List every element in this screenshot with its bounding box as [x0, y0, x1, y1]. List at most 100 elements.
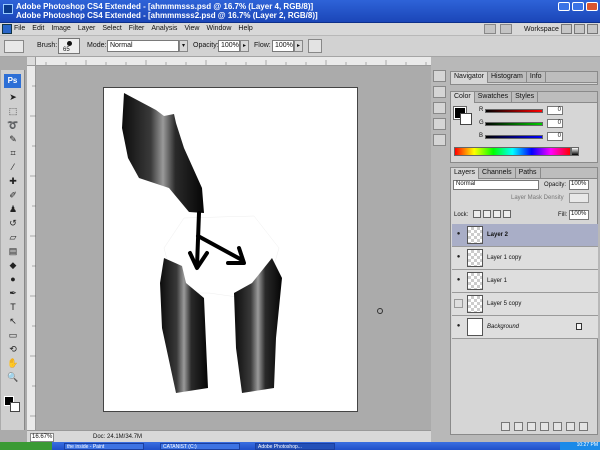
document-canvas[interactable]	[103, 87, 358, 412]
layer-row-layer-1[interactable]: ● Layer 1	[452, 270, 598, 293]
menu-select[interactable]: Select	[102, 25, 121, 32]
stamp-tool-icon[interactable]: ♟	[7, 204, 19, 215]
path-select-tool-icon[interactable]: ↖	[7, 316, 19, 327]
doc-restore-button[interactable]	[574, 24, 585, 34]
menu-layer[interactable]: Layer	[78, 25, 96, 32]
document-size-info[interactable]: Doc: 24.1M/34.7M	[93, 434, 142, 440]
eye-icon[interactable]: ●	[454, 254, 463, 261]
menu-view[interactable]: View	[184, 25, 199, 32]
flow-arrow-icon[interactable]: ▸	[294, 40, 303, 52]
layer-style-icon[interactable]	[514, 422, 523, 431]
taskbar-item-explorer[interactable]: CATANIST (C:)	[160, 443, 240, 450]
tab-paths[interactable]: Paths	[516, 168, 541, 179]
tab-channels[interactable]: Channels	[479, 168, 516, 179]
eraser-tool-icon[interactable]: ▱	[7, 232, 19, 243]
background-color-swatch[interactable]	[10, 402, 20, 412]
blue-value-input[interactable]: 0	[547, 132, 563, 141]
hidden-visibility-box[interactable]	[454, 299, 463, 308]
gradient-tool-icon[interactable]: ▤	[7, 246, 19, 257]
zoom-tool-icon[interactable]: 🔍	[7, 372, 19, 383]
tab-info[interactable]: Info	[527, 72, 546, 83]
maximize-button[interactable]	[572, 2, 584, 11]
arrange-documents-icon[interactable]	[484, 24, 496, 34]
adjustment-layer-icon[interactable]	[540, 422, 549, 431]
menu-analysis[interactable]: Analysis	[151, 25, 177, 32]
minimize-button[interactable]	[558, 2, 570, 11]
doc-minimize-button[interactable]	[561, 24, 572, 34]
menu-filter[interactable]: Filter	[129, 25, 145, 32]
blur-tool-icon[interactable]: ◆	[7, 260, 19, 271]
layer-opacity-input[interactable]: 100%	[569, 180, 589, 190]
red-value-input[interactable]: 0	[547, 106, 563, 115]
eyedropper-tool-icon[interactable]: ⁄	[7, 162, 19, 173]
flow-input[interactable]: 100%	[272, 40, 294, 52]
opacity-input[interactable]: 100%	[218, 40, 240, 52]
add-mask-icon[interactable]	[527, 422, 536, 431]
blue-slider[interactable]	[485, 135, 543, 139]
color-spectrum-bar[interactable]	[454, 147, 571, 156]
clone-source-panel-icon[interactable]	[433, 118, 446, 130]
lock-position-icon[interactable]	[493, 210, 501, 218]
chevron-down-icon[interactable]: ▾	[179, 40, 188, 52]
tool-preset-picker[interactable]	[4, 40, 24, 53]
type-tool-icon[interactable]: T	[7, 302, 19, 313]
menu-help[interactable]: Help	[238, 25, 252, 32]
tab-navigator[interactable]: Navigator	[451, 72, 488, 83]
vertical-ruler[interactable]	[27, 66, 36, 430]
taskbar-item-paint[interactable]: the inside - Paint	[64, 443, 144, 450]
hand-tool-icon[interactable]: ✋	[7, 358, 19, 369]
marquee-tool-icon[interactable]: ⬚	[7, 106, 19, 117]
fill-input[interactable]: 100%	[569, 210, 589, 220]
menu-window[interactable]: Window	[206, 25, 231, 32]
lasso-tool-icon[interactable]: ➰	[7, 120, 19, 131]
crop-tool-icon[interactable]: ⌗	[7, 148, 19, 159]
lock-all-icon[interactable]	[503, 210, 511, 218]
brush-tool-icon[interactable]: ✐	[7, 190, 19, 201]
ruler-origin[interactable]	[27, 57, 36, 66]
airbrush-toggle-icon[interactable]	[308, 39, 322, 53]
zoom-level-input[interactable]: 16.67%	[30, 433, 54, 442]
lock-transparency-icon[interactable]	[473, 210, 481, 218]
brushes-panel-icon[interactable]	[433, 102, 446, 114]
green-slider[interactable]	[485, 122, 543, 126]
workspace-switcher[interactable]: Workspace	[524, 25, 564, 33]
pen-tool-icon[interactable]: ✒	[7, 288, 19, 299]
layer-row-layer-1-copy[interactable]: ● Layer 1 copy	[452, 247, 598, 270]
tab-color[interactable]: Color	[451, 92, 475, 103]
red-slider[interactable]	[485, 109, 543, 113]
horizontal-ruler[interactable]	[36, 57, 431, 66]
dodge-tool-icon[interactable]: ●	[7, 274, 19, 285]
tab-histogram[interactable]: Histogram	[488, 72, 527, 83]
panel-background-swatch[interactable]	[460, 113, 472, 125]
move-tool-icon[interactable]: ➤	[7, 92, 19, 103]
tab-swatches[interactable]: Swatches	[475, 92, 513, 103]
layer-row-background[interactable]: ● Background	[452, 316, 598, 339]
layer-row-layer-5-copy[interactable]: Layer 5 copy	[452, 293, 598, 316]
mode-select[interactable]: Normal	[107, 40, 179, 52]
tab-styles[interactable]: Styles	[512, 92, 539, 103]
menu-edit[interactable]: Edit	[32, 25, 44, 32]
blend-mode-select[interactable]: Normal	[453, 180, 539, 190]
brush-preset-picker[interactable]: 65	[58, 38, 80, 54]
green-value-input[interactable]: 0	[547, 119, 563, 128]
shape-tool-icon[interactable]: ▭	[7, 330, 19, 341]
menu-image[interactable]: Image	[51, 25, 70, 32]
eye-icon[interactable]: ●	[454, 231, 463, 238]
eye-icon[interactable]: ●	[454, 277, 463, 284]
eye-icon[interactable]: ●	[454, 323, 463, 330]
new-group-icon[interactable]	[553, 422, 562, 431]
delete-layer-icon[interactable]	[579, 422, 588, 431]
new-layer-icon[interactable]	[566, 422, 575, 431]
layer-row-layer-2[interactable]: ● Layer 2	[452, 224, 598, 247]
link-layers-icon[interactable]	[501, 422, 510, 431]
history-brush-tool-icon[interactable]: ↺	[7, 218, 19, 229]
3d-rotate-tool-icon[interactable]: ⟲	[7, 344, 19, 355]
screen-mode-icon[interactable]	[500, 24, 512, 34]
lock-pixels-icon[interactable]	[483, 210, 491, 218]
start-button[interactable]	[0, 442, 52, 450]
black-white-ramp[interactable]	[571, 147, 579, 156]
close-button[interactable]	[586, 2, 598, 11]
actions-panel-icon[interactable]	[433, 86, 446, 98]
opacity-arrow-icon[interactable]: ▸	[240, 40, 249, 52]
character-panel-icon[interactable]	[433, 134, 446, 146]
